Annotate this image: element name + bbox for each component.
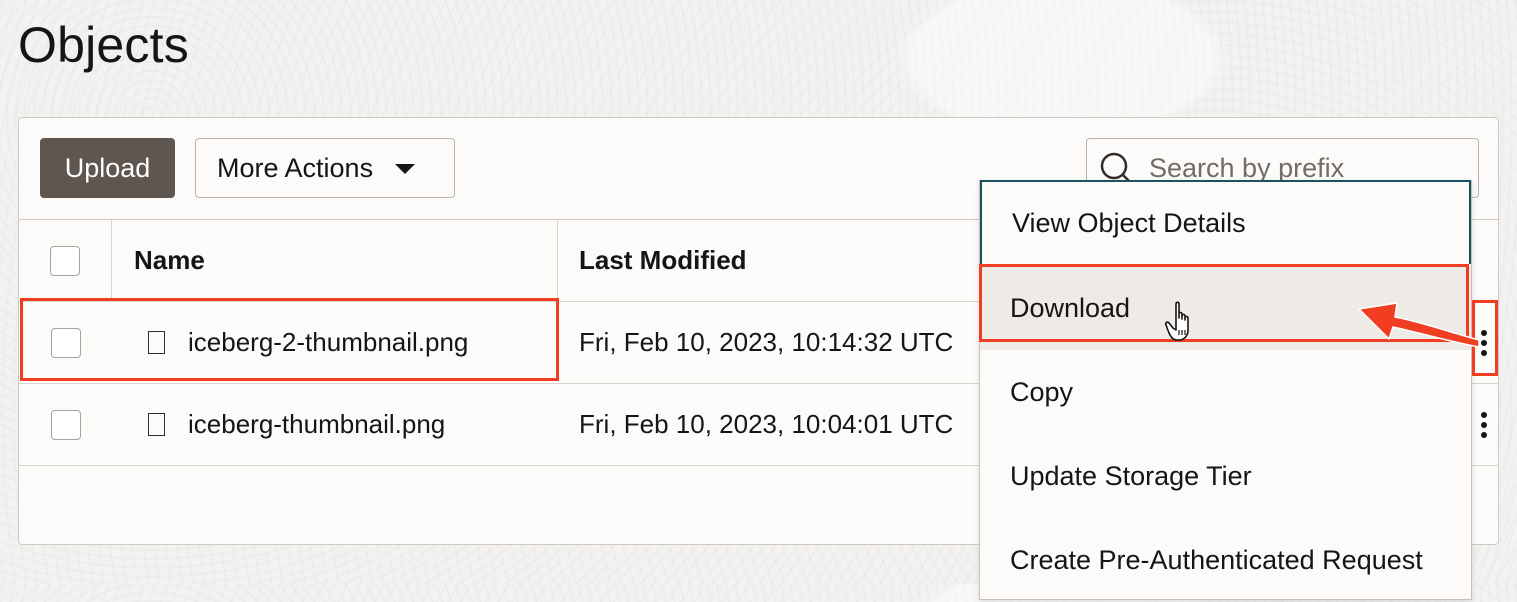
row-select-cell (19, 384, 112, 465)
object-actions-menu: View Object Details Download Copy Update… (979, 180, 1472, 600)
select-all-cell (19, 220, 112, 301)
object-name-link[interactable]: iceberg-2-thumbnail.png (188, 327, 468, 358)
object-name-cell: iceberg-2-thumbnail.png (112, 302, 558, 383)
menu-item-create-pre-authenticated-request[interactable]: Create Pre-Authenticated Request (980, 518, 1471, 602)
last-modified-cell: Fri, Feb 10, 2023, 10:14:32 UTC (579, 327, 954, 357)
menu-item-update-storage-tier[interactable]: Update Storage Tier (980, 434, 1471, 518)
menu-item-view-object-details[interactable]: View Object Details (980, 180, 1471, 264)
file-icon (148, 413, 165, 436)
row-actions-cell (1470, 384, 1498, 465)
row-checkbox[interactable] (50, 327, 81, 358)
select-all-checkbox[interactable] (50, 245, 80, 276)
hand-pointer-icon (1164, 301, 1189, 341)
last-modified-cell: Fri, Feb 10, 2023, 10:04:01 UTC (579, 409, 954, 439)
upload-button[interactable]: Upload (40, 138, 175, 198)
caret-down-icon (395, 164, 416, 174)
object-name-cell: iceberg-thumbnail.png (112, 384, 558, 465)
row-select-cell (19, 302, 112, 383)
column-header-last-modified[interactable]: Last Modified (558, 220, 978, 301)
kebab-menu-icon[interactable] (1481, 411, 1487, 438)
page-title: Objects (18, 17, 189, 73)
column-header-name[interactable]: Name (112, 220, 558, 301)
menu-item-copy[interactable]: Copy (980, 350, 1471, 434)
more-actions-label: More Actions (217, 152, 374, 183)
object-name-link[interactable]: iceberg-thumbnail.png (188, 409, 445, 440)
arrow-icon (1358, 302, 1480, 348)
file-icon (148, 331, 165, 354)
row-checkbox[interactable] (50, 409, 81, 440)
more-actions-button[interactable]: More Actions (195, 138, 455, 198)
